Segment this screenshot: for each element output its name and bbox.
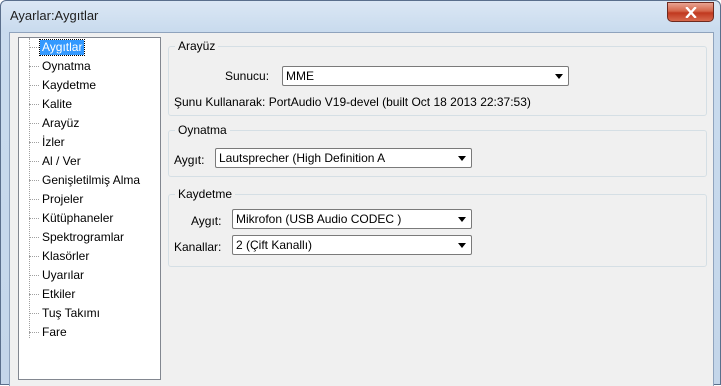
tree-item-label: Spektrogramlar [42,230,125,244]
tree-item-recording[interactable]: Kaydetme [19,77,160,95]
chevron-down-icon [458,243,466,248]
tree-branch [29,218,39,219]
host-select-value: MME [286,69,314,83]
tree-item-tracks[interactable]: İzler [19,134,160,152]
tree-branch [29,142,39,143]
tree-item-mouse[interactable]: Fare [19,324,160,342]
dialog-body: Aygıtlar Oynatma Kaydetme Kalite Arayüz … [9,32,714,386]
tree-item-directories[interactable]: Klasörler [19,248,160,266]
tree-item-extended-import[interactable]: Genişletilmiş Alma [19,172,160,190]
tree-item-label: Kaydetme [42,78,97,92]
playback-group-title: Oynatma [175,123,230,137]
tree-item-label: Kütüphaneler [42,211,114,225]
tree-branch [29,85,39,86]
recording-group-title: Kaydetme [175,187,236,201]
tree-branch [29,180,39,181]
channels-value: 2 (Çift Kanallı) [236,238,313,252]
title-bar[interactable]: Ayarlar:Aygıtlar [1,1,720,31]
tree-branch [29,47,39,48]
tree-item-label: Uyarılar [42,268,85,282]
category-tree[interactable]: Aygıtlar Oynatma Kaydetme Kalite Arayüz … [18,37,161,380]
tree-branch [29,256,39,257]
tree-item-libraries[interactable]: Kütüphaneler [19,210,160,228]
tree-item-keyboard[interactable]: Tuş Takımı [19,305,160,323]
channels-select[interactable]: 2 (Çift Kanallı) [232,235,472,255]
recording-device-value: Mikrofon (USB Audio CODEC ) [236,212,402,226]
playback-device-value: Lautsprecher (High Definition A [219,151,386,165]
tree-item-label: Kalite [42,97,73,111]
tree-item-label: Arayüz [42,116,80,130]
recording-group: Kaydetme Aygıt: Mikrofon (USB Audio CODE… [168,187,707,267]
chevron-down-icon [458,217,466,222]
tree-item-label: Genişletilmiş Alma [42,173,141,187]
tree-item-label: Aygıtlar [38,39,86,56]
window-title: Ayarlar:Aygıtlar [10,8,99,23]
tree-branch [29,161,39,162]
tree-item-effects[interactable]: Etkiler [19,286,160,304]
close-icon [684,6,697,18]
interface-group-title: Arayüz [175,39,219,53]
tree-branch [29,237,39,238]
tree-item-label: Projeler [42,192,84,206]
channels-label: Kanallar: [174,240,222,254]
using-text: Şunu Kullanarak: PortAudio V19-devel (bu… [174,95,531,109]
host-label: Sunucu: [225,69,270,83]
interface-group: Arayüz Sunucu: MME Şunu Kullanarak: Port… [168,39,707,116]
tree-item-interface[interactable]: Arayüz [19,115,160,133]
tree-item-import-export[interactable]: Al / Ver [19,153,160,171]
playback-group: Oynatma Aygıt: Lautsprecher (High Defini… [168,123,707,177]
tree-item-label: Klasörler [42,249,90,263]
tree-branch [29,313,39,314]
tree-branch [29,332,39,333]
tree-item-label: Tuş Takımı [42,306,101,320]
tree-item-projects[interactable]: Projeler [19,191,160,209]
tree-item-devices[interactable]: Aygıtlar [19,39,160,57]
tree-branch [29,275,39,276]
recording-device-select[interactable]: Mikrofon (USB Audio CODEC ) [232,209,472,229]
tree-item-label: Fare [42,325,67,339]
tree-branch [29,104,39,105]
chevron-down-icon [458,156,466,161]
tree-item-label: Al / Ver [42,154,81,168]
tree-branch [29,66,39,67]
tree-item-warnings[interactable]: Uyarılar [19,267,160,285]
host-select[interactable]: MME [282,66,569,86]
tree-branch [29,123,39,124]
close-button[interactable] [667,2,714,22]
tree-item-label: Oynatma [42,59,91,73]
tree-item-label: Etkiler [42,287,76,301]
tree-item-spectrograms[interactable]: Spektrogramlar [19,229,160,247]
playback-device-label: Aygıt: [174,153,205,167]
playback-device-select[interactable]: Lautsprecher (High Definition A [215,148,472,168]
chevron-down-icon [555,74,563,79]
tree-item-playback[interactable]: Oynatma [19,58,160,76]
tree-branch [29,294,39,295]
tree-item-quality[interactable]: Kalite [19,96,160,114]
tree-item-label: İzler [42,135,65,149]
tree-branch [29,199,39,200]
preferences-window: Ayarlar:Aygıtlar Aygıtlar Oynatma Kaydet… [0,0,721,386]
recording-device-label: Aygıt: [191,214,222,228]
